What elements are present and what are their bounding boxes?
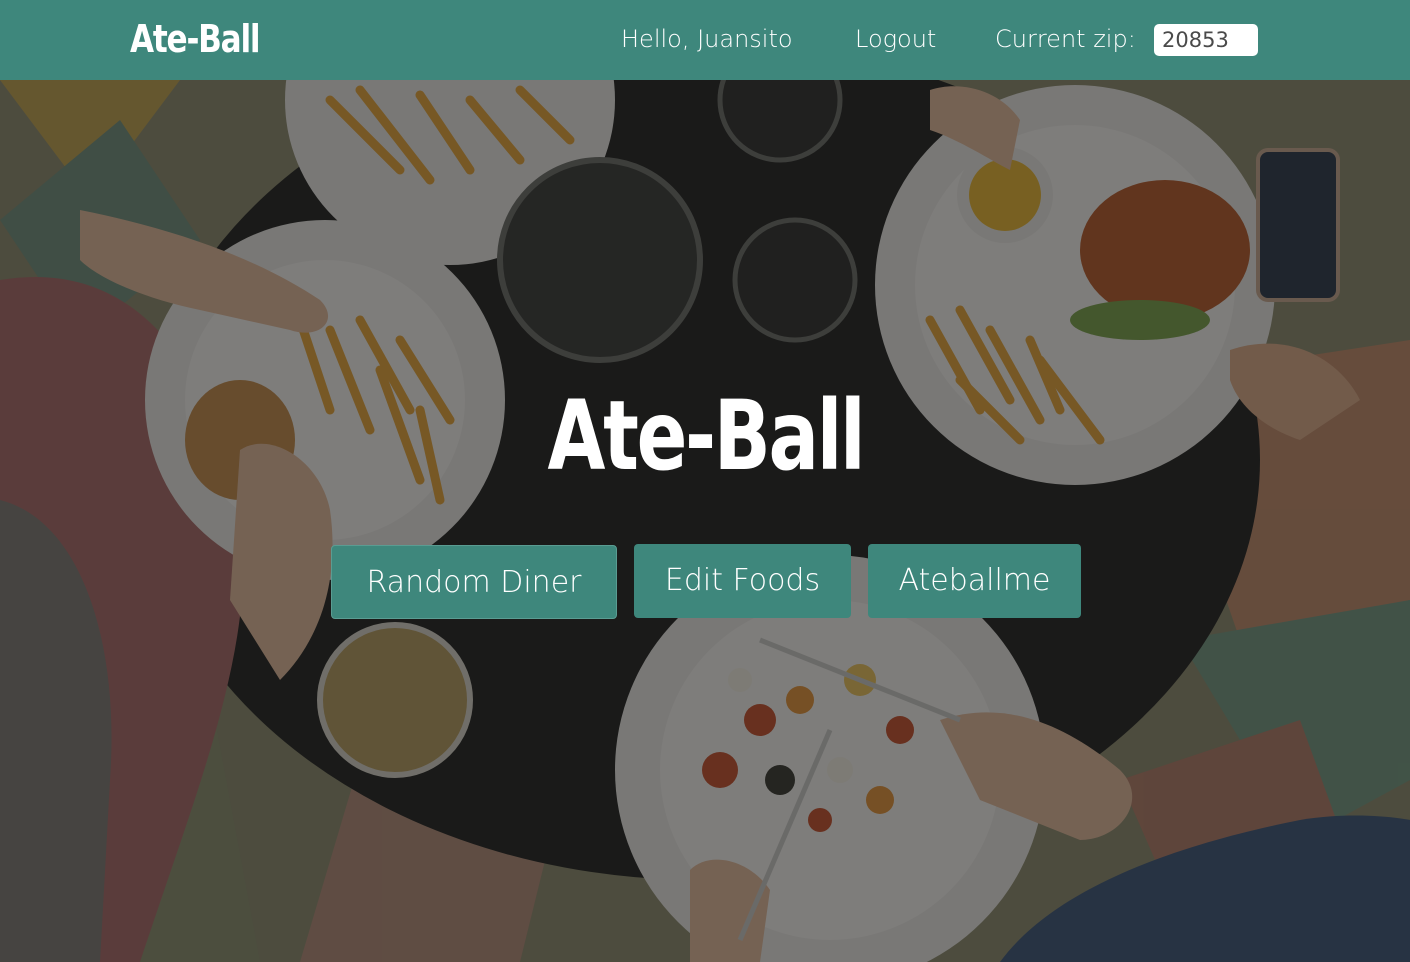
hero-title-text: Ate-Ball <box>547 380 865 492</box>
hero-section: Ate-Ball Random Diner Edit Foods Ateball… <box>0 80 1410 962</box>
navbar: Ate-Ball Hello, Juansito Logout Current … <box>0 0 1410 80</box>
hero-title: Ate-Ball <box>0 380 1410 492</box>
edit-foods-button[interactable]: Edit Foods <box>634 544 851 618</box>
zip-input[interactable] <box>1154 24 1258 56</box>
user-greeting: Hello, Juansito <box>621 25 793 53</box>
page: Ate-Ball Hello, Juansito Logout Current … <box>0 0 1410 962</box>
random-diner-button[interactable]: Random Diner <box>331 545 617 619</box>
zip-label: Current zip: <box>995 25 1136 53</box>
hero-dim-overlay <box>0 80 1410 962</box>
logout-link[interactable]: Logout <box>855 22 936 56</box>
brand-logo-link[interactable]: Ate-Ball <box>130 14 261 64</box>
ateballme-button[interactable]: Ateballme <box>868 544 1081 618</box>
